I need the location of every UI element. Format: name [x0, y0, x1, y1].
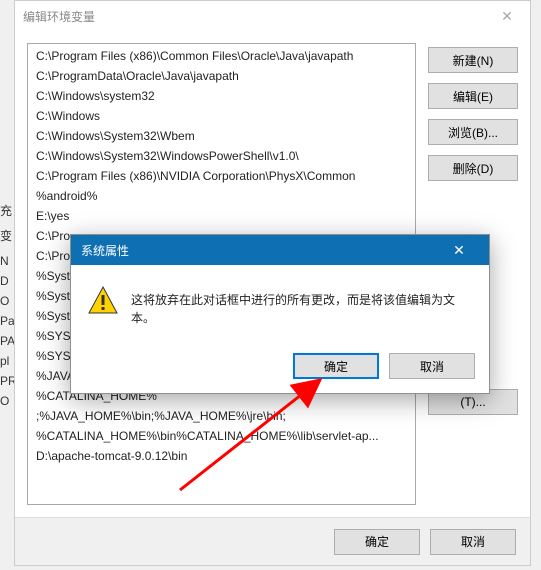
bg-fragment: Pa	[0, 314, 15, 328]
warning-icon	[87, 285, 119, 317]
list-item[interactable]: %android%	[28, 186, 415, 206]
confirm-modal: 系统属性 ✕ 这将放弃在此对话框中进行的所有更改，而是将该值编辑为文本。 确定 …	[70, 234, 490, 394]
list-item[interactable]: C:\Windows\system32	[28, 86, 415, 106]
bg-fragment: PA	[0, 334, 15, 348]
new-button[interactable]: 新建(N)	[428, 47, 518, 73]
close-icon[interactable]: ✕	[492, 8, 522, 25]
bg-fragment: 充	[0, 202, 12, 219]
cancel-button[interactable]: 取消	[430, 529, 516, 555]
ok-button[interactable]: 确定	[334, 529, 420, 555]
browse-button[interactable]: 浏览(B)...	[428, 119, 518, 145]
bg-fragment: 变	[0, 227, 12, 244]
list-item[interactable]: C:\Windows\System32\Wbem	[28, 126, 415, 146]
list-item[interactable]: E:\yes	[28, 206, 415, 226]
list-item[interactable]: D:\apache-tomcat-9.0.12\bin	[28, 446, 415, 466]
modal-footer: 确定 取消	[71, 343, 489, 393]
bg-fragment: N	[0, 254, 9, 268]
edit-button[interactable]: 编辑(E)	[428, 83, 518, 109]
window-title: 编辑环境变量	[23, 8, 492, 25]
bg-fragment: O	[0, 294, 9, 308]
window-footer: 确定 取消	[15, 517, 530, 565]
close-icon[interactable]: ✕	[439, 242, 479, 259]
list-item[interactable]: C:\ProgramData\Oracle\Java\javapath	[28, 66, 415, 86]
bg-fragment: pl	[0, 354, 9, 368]
list-item[interactable]: C:\Windows	[28, 106, 415, 126]
list-item[interactable]: ;%JAVA_HOME%\bin;%JAVA_HOME%\jre\bin;	[28, 406, 415, 426]
list-item[interactable]: C:\Program Files (x86)\NVIDIA Corporatio…	[28, 166, 415, 186]
titlebar: 编辑环境变量 ✕	[15, 1, 530, 31]
list-item[interactable]: C:\Windows\System32\WindowsPowerShell\v1…	[28, 146, 415, 166]
delete-button[interactable]: 删除(D)	[428, 155, 518, 181]
modal-titlebar: 系统属性 ✕	[71, 235, 489, 265]
modal-ok-button[interactable]: 确定	[293, 353, 379, 379]
modal-cancel-button[interactable]: 取消	[389, 353, 475, 379]
list-item[interactable]: %CATALINA_HOME%\bin%CATALINA_HOME%\lib\s…	[28, 426, 415, 446]
bg-fragment: O	[0, 394, 9, 408]
bg-fragment: D	[0, 274, 9, 288]
modal-message: 这将放弃在此对话框中进行的所有更改，而是将该值编辑为文本。	[131, 285, 473, 327]
modal-title: 系统属性	[81, 242, 439, 259]
modal-body: 这将放弃在此对话框中进行的所有更改，而是将该值编辑为文本。	[71, 265, 489, 343]
list-item[interactable]: C:\Program Files (x86)\Common Files\Orac…	[28, 46, 415, 66]
